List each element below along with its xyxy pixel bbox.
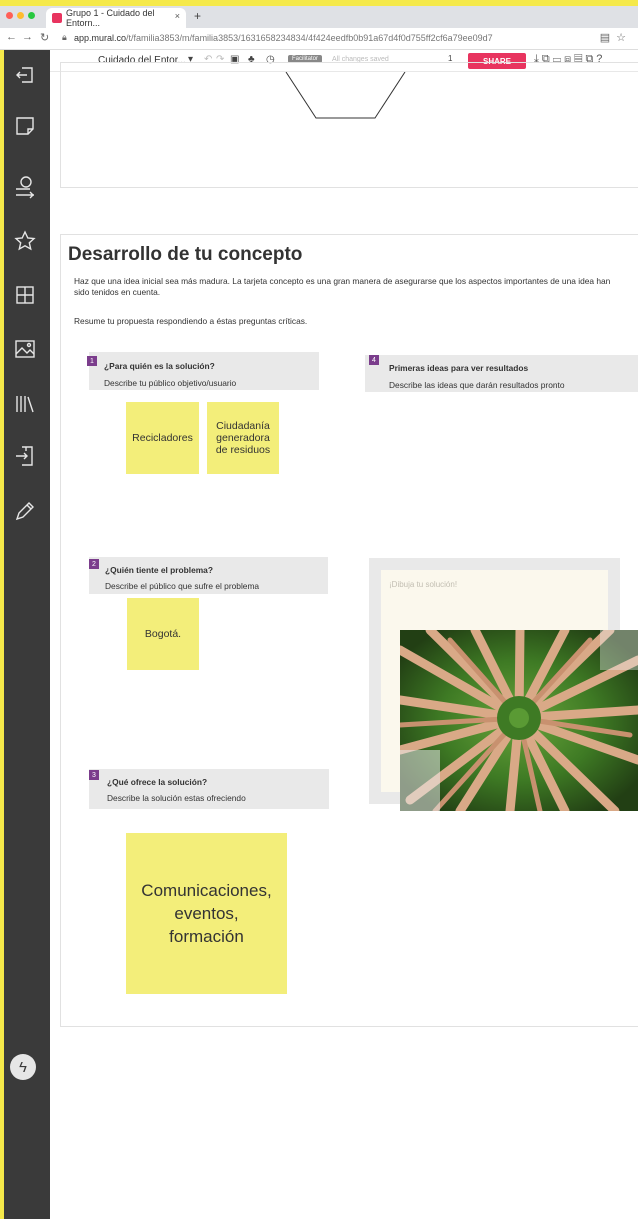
- mural-favicon-icon: [52, 13, 62, 23]
- question-subtitle-4: Describe las ideas que darán resultados …: [389, 380, 565, 390]
- question-box-3[interactable]: [89, 769, 329, 809]
- question-number-2: 2: [89, 559, 99, 569]
- extensions-icon[interactable]: ▤☆: [600, 31, 632, 44]
- url-path: /t/familia3853/m/familia3853/16316582348…: [126, 33, 493, 43]
- exit-icon[interactable]: [12, 62, 38, 88]
- lock-icon: 🔒︎: [62, 32, 67, 42]
- question-subtitle-3: Describe la solución estas ofreciendo: [107, 793, 246, 803]
- question-subtitle-1: Describe tu público objetivo/usuario: [104, 378, 237, 388]
- sticky-note[interactable]: Bogotá.: [127, 598, 199, 670]
- reload-icon[interactable]: ↻: [40, 31, 49, 44]
- sticky-text: Bogotá.: [144, 628, 182, 640]
- concept-title: Desarrollo de tu concepto: [68, 244, 303, 265]
- mural-canvas[interactable]: Desarrollo de tu concepto Haz que una id…: [50, 62, 638, 1219]
- sidebar-accent-edge: [0, 50, 4, 1219]
- library-icon[interactable]: [12, 391, 38, 417]
- window-close-dot[interactable]: [6, 12, 13, 19]
- bolt-icon[interactable]: ϟ: [10, 1054, 36, 1080]
- concept-description: Haz que una idea inicial sea más madura.…: [74, 276, 611, 297]
- window-maximize-dot[interactable]: [28, 12, 35, 19]
- question-title-2: ¿Quién tiente el problema?: [105, 565, 213, 575]
- sticky-text: Comunicaciones, eventos, formación: [141, 881, 272, 946]
- star-icon[interactable]: [12, 228, 38, 254]
- question-title-1: ¿Para quién es la solución?: [104, 361, 215, 371]
- grid-icon[interactable]: [12, 282, 38, 308]
- import-icon[interactable]: [12, 443, 38, 469]
- sticky-note[interactable]: Ciudadanía generadora de residuos: [207, 402, 279, 474]
- question-number-1: 1: [87, 356, 97, 366]
- question-title-3: ¿Qué ofrece la solución?: [107, 777, 208, 787]
- sticky-note-icon[interactable]: [12, 113, 38, 139]
- browser-tab[interactable]: Grupo 1 - Cuidado del Entorn... ×: [46, 8, 186, 28]
- question-subtitle-2: Describe el público que sufre el problem…: [105, 581, 260, 591]
- hexagon-shape[interactable]: [280, 72, 410, 122]
- pencil-icon[interactable]: [12, 498, 38, 524]
- drawing-placeholder: ¡Dibuja tu solución!: [389, 580, 458, 589]
- sticky-text: Ciudadanía generadora de residuos: [215, 420, 271, 456]
- concept-instruction: Resume tu propuesta respondiendo a éstas…: [74, 316, 308, 326]
- url-field[interactable]: app.mural.co/t/familia3853/m/familia3853…: [74, 33, 493, 43]
- sticky-note[interactable]: Recicladores: [126, 402, 199, 474]
- url-host: app.mural.co: [74, 33, 127, 43]
- forward-arrow-icon[interactable]: →: [22, 31, 33, 43]
- sticky-text: Recicladores: [132, 432, 193, 444]
- tab-close-icon[interactable]: ×: [175, 11, 180, 21]
- tab-title: Grupo 1 - Cuidado del Entorn...: [66, 8, 155, 28]
- question-number-4: 4: [369, 355, 379, 365]
- mural-app-window: Grupo 1 - Cuidado del Entorn... × + ← → …: [0, 0, 638, 1219]
- question-title-4: Primeras ideas para ver resultados: [389, 363, 529, 373]
- sticky-note[interactable]: Comunicaciones, eventos, formación: [126, 833, 287, 994]
- back-arrow-icon[interactable]: ←: [6, 31, 17, 43]
- new-tab-icon[interactable]: +: [194, 9, 201, 23]
- window-minimize-dot[interactable]: [17, 12, 24, 19]
- address-bar: ← → ↻ 🔒︎ app.mural.co/t/familia3853/m/fa…: [0, 28, 638, 50]
- template-icon[interactable]: [12, 174, 38, 200]
- question-number-3: 3: [89, 770, 99, 780]
- left-toolbar: ϟ: [0, 50, 50, 1219]
- hands-circle-photo[interactable]: [400, 630, 638, 811]
- browser-tab-bar: Grupo 1 - Cuidado del Entorn... × +: [0, 6, 638, 28]
- image-icon[interactable]: [12, 336, 38, 362]
